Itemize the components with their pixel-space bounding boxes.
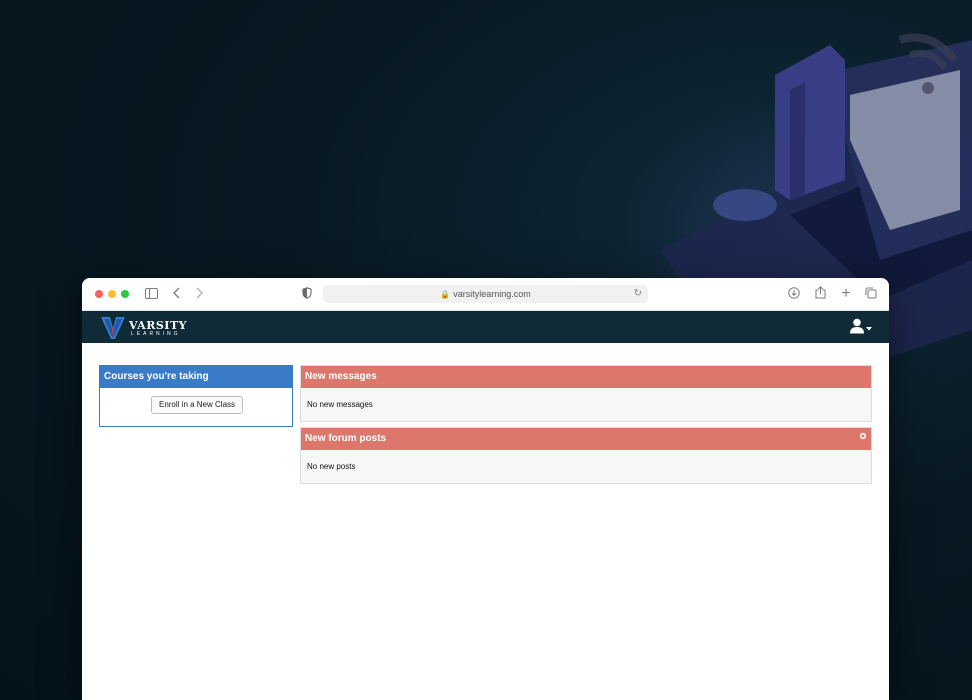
- address-bar[interactable]: 🔒 varsitylearning.com ↻: [323, 285, 648, 303]
- forum-panel-body: No new posts: [307, 462, 356, 471]
- gear-icon[interactable]: [859, 432, 867, 440]
- courses-panel: Courses you're taking Enroll in a New Cl…: [99, 365, 293, 427]
- user-menu[interactable]: [850, 318, 872, 334]
- new-tab-icon[interactable]: +: [839, 286, 853, 302]
- tab-overview-icon[interactable]: [864, 286, 878, 302]
- share-icon[interactable]: [813, 286, 827, 302]
- sidebar-icon[interactable]: [144, 286, 158, 302]
- messages-panel-body: No new messages: [307, 400, 373, 409]
- reload-icon[interactable]: ↻: [634, 288, 642, 299]
- logo-title: VARSITY: [129, 318, 187, 332]
- url-text: varsitylearning.com: [453, 289, 531, 299]
- browser-window: 🔒 varsitylearning.com ↻ + VARSITY LEARNI…: [82, 278, 889, 700]
- browser-toolbar: 🔒 varsitylearning.com ↻ +: [82, 278, 889, 311]
- enroll-new-class-button[interactable]: Enroll in a New Class: [151, 396, 243, 414]
- logo-subtitle: LEARNING: [131, 330, 181, 337]
- user-icon: [850, 318, 864, 334]
- close-window-button[interactable]: [95, 290, 103, 298]
- courses-panel-title: Courses you're taking: [100, 366, 292, 388]
- forum-panel: New forum posts No new posts: [300, 427, 872, 484]
- maximize-window-button[interactable]: [121, 290, 129, 298]
- minimize-window-button[interactable]: [108, 290, 116, 298]
- varsity-v-icon: [101, 317, 125, 340]
- dashboard-content: Courses you're taking Enroll in a New Cl…: [82, 343, 889, 700]
- messages-panel-title: New messages: [301, 366, 871, 388]
- varsity-learning-logo[interactable]: VARSITY LEARNING: [100, 316, 187, 340]
- caret-down-icon: [866, 327, 872, 331]
- forum-panel-title: New forum posts: [305, 433, 387, 444]
- forum-panel-header: New forum posts: [301, 428, 871, 450]
- forward-icon[interactable]: [194, 286, 204, 302]
- privacy-shield-icon[interactable]: [301, 286, 313, 302]
- download-icon[interactable]: [787, 286, 801, 302]
- site-navbar: VARSITY LEARNING: [82, 311, 889, 343]
- back-icon[interactable]: [172, 286, 182, 302]
- messages-panel: New messages No new messages: [300, 365, 872, 422]
- lock-icon: 🔒: [440, 289, 451, 299]
